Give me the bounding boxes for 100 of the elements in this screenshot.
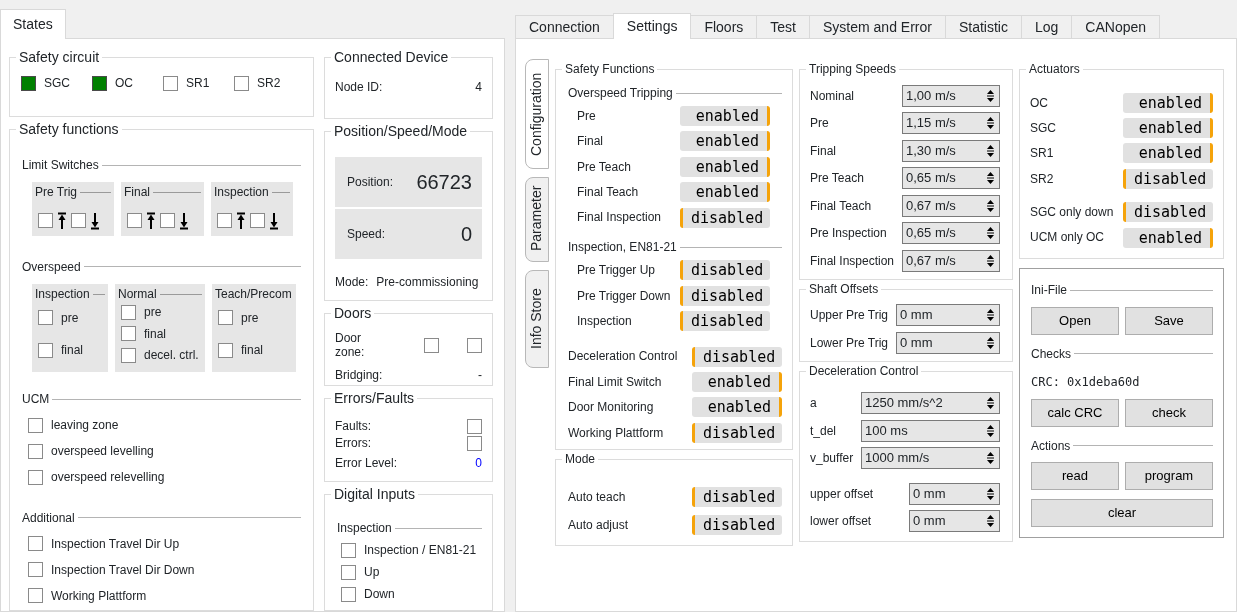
field-label: Errors: <box>335 436 371 451</box>
toggle-button[interactable]: enabled <box>692 372 782 392</box>
checkbox-label: OC <box>115 76 133 91</box>
checkbox-label: overspeed relevelling <box>51 470 165 485</box>
checkbox[interactable] <box>127 213 142 229</box>
checkbox[interactable] <box>467 419 482 434</box>
checkbox[interactable] <box>28 418 43 434</box>
toggle-button[interactable]: enabled <box>1123 118 1213 139</box>
toggle-button[interactable]: disabled <box>1123 202 1213 223</box>
push-button[interactable]: check <box>1125 398 1213 427</box>
section-title: Ini-File <box>1031 283 1067 298</box>
spin-field[interactable]: 0,67 m/s <box>902 194 1000 217</box>
field-label: SGC only down <box>1030 205 1114 220</box>
toggle-button[interactable]: disabled <box>680 207 770 228</box>
checkbox[interactable] <box>218 310 233 326</box>
checkbox[interactable] <box>38 342 53 358</box>
toggle-button[interactable]: disabled <box>692 422 782 443</box>
checkbox[interactable] <box>424 337 439 353</box>
checkbox[interactable] <box>121 347 136 363</box>
toggle-button[interactable]: disabled <box>680 311 770 332</box>
checkbox[interactable] <box>217 213 232 229</box>
spin-field[interactable]: 0,67 m/s <box>902 249 1000 272</box>
push-button[interactable]: read <box>1031 461 1119 490</box>
side-tab[interactable]: Parameter <box>525 177 549 262</box>
push-button[interactable]: clear <box>1031 498 1213 527</box>
toggle-button[interactable]: enabled <box>680 131 770 152</box>
spin-field[interactable]: 0 mm <box>896 304 1000 327</box>
checkbox[interactable] <box>28 562 43 578</box>
toggle-button[interactable]: disabled <box>692 486 782 507</box>
toggle-button[interactable]: enabled <box>1123 92 1213 113</box>
checkbox[interactable] <box>28 536 43 552</box>
checkbox[interactable] <box>341 564 356 580</box>
checkbox[interactable] <box>71 213 86 229</box>
tab[interactable]: CANopen <box>1071 15 1161 38</box>
checkbox[interactable] <box>121 304 136 320</box>
group-title: Safety Functions <box>562 62 658 77</box>
checkbox[interactable] <box>92 76 107 91</box>
spin-field[interactable]: 0 mm <box>909 510 1000 533</box>
checkbox[interactable] <box>21 76 36 91</box>
tab[interactable]: States <box>0 9 66 39</box>
toggle-button[interactable]: enabled <box>1123 143 1213 164</box>
spin-field[interactable]: 100 ms <box>861 419 1000 442</box>
spin-field[interactable]: 0 mm <box>909 482 1000 505</box>
spin-field[interactable]: 1,30 m/s <box>902 139 1000 162</box>
toggle-button[interactable]: enabled <box>680 182 770 203</box>
checkbox[interactable] <box>28 588 43 604</box>
spin-arrows-icon <box>986 423 995 438</box>
toggle-button[interactable]: enabled <box>692 397 782 418</box>
spin-field[interactable]: 0,65 m/s <box>902 167 1000 190</box>
checkbox[interactable] <box>28 444 43 460</box>
checkbox-label: final <box>144 326 166 342</box>
checkbox[interactable] <box>218 342 233 358</box>
push-button[interactable]: Save <box>1125 306 1213 335</box>
field-label: Final <box>577 134 603 149</box>
toggle-button[interactable]: disabled <box>692 515 782 536</box>
checkbox[interactable] <box>341 586 356 602</box>
checkbox[interactable] <box>467 436 482 451</box>
checkbox[interactable] <box>341 542 356 558</box>
toggle-button[interactable]: enabled <box>1123 227 1213 248</box>
checkbox[interactable] <box>160 213 175 229</box>
checkbox-label: SR1 <box>186 76 210 91</box>
group-title: Safety functions <box>16 120 122 138</box>
checkbox[interactable] <box>250 213 265 229</box>
tab[interactable]: System and Error <box>809 15 946 38</box>
checkbox[interactable] <box>163 76 178 91</box>
toggle-button[interactable]: enabled <box>680 106 770 127</box>
section-title: Normal <box>118 287 157 302</box>
spin-arrows-icon <box>986 396 995 411</box>
tab[interactable]: Connection <box>515 15 614 38</box>
up-arrow-bar-icon <box>146 211 156 230</box>
toggle-button[interactable]: disabled <box>680 260 770 281</box>
field-label: Final Limit Switch <box>568 374 662 390</box>
checkbox[interactable] <box>38 213 53 229</box>
section-title: UCM <box>22 392 50 407</box>
checkbox[interactable] <box>28 470 43 486</box>
spin-field[interactable]: 1,00 m/s <box>902 84 1000 107</box>
toggle-button[interactable]: disabled <box>692 346 782 367</box>
toggle-button[interactable]: disabled <box>680 285 770 306</box>
tab[interactable]: Log <box>1020 15 1073 38</box>
checkbox[interactable] <box>234 76 249 91</box>
checkbox[interactable] <box>38 310 53 326</box>
push-button[interactable]: program <box>1125 461 1213 490</box>
spin-field[interactable]: 0,65 m/s <box>902 222 1000 245</box>
field-label: Pre <box>810 116 829 131</box>
field-label: UCM only OC <box>1030 230 1104 245</box>
checkbox[interactable] <box>467 337 482 353</box>
checkbox-label: Down <box>364 587 395 602</box>
tab[interactable]: Settings <box>612 13 692 39</box>
field-label: Deceleration Control <box>568 349 678 364</box>
push-button[interactable]: Open <box>1031 306 1119 335</box>
toggle-button[interactable]: disabled <box>1123 168 1213 189</box>
checkbox[interactable] <box>121 326 136 342</box>
side-tab[interactable]: Configuration <box>525 59 549 169</box>
spin-field[interactable]: 1250 mm/s^2 <box>861 392 1000 415</box>
spin-field[interactable]: 1000 mm/s <box>861 447 1000 470</box>
side-tab[interactable]: Info Store <box>525 270 549 368</box>
toggle-button[interactable]: enabled <box>680 156 770 177</box>
push-button[interactable]: calc CRC <box>1031 398 1119 427</box>
spin-field[interactable]: 1,15 m/s <box>902 112 1000 135</box>
spin-field[interactable]: 0 mm <box>896 331 1000 354</box>
